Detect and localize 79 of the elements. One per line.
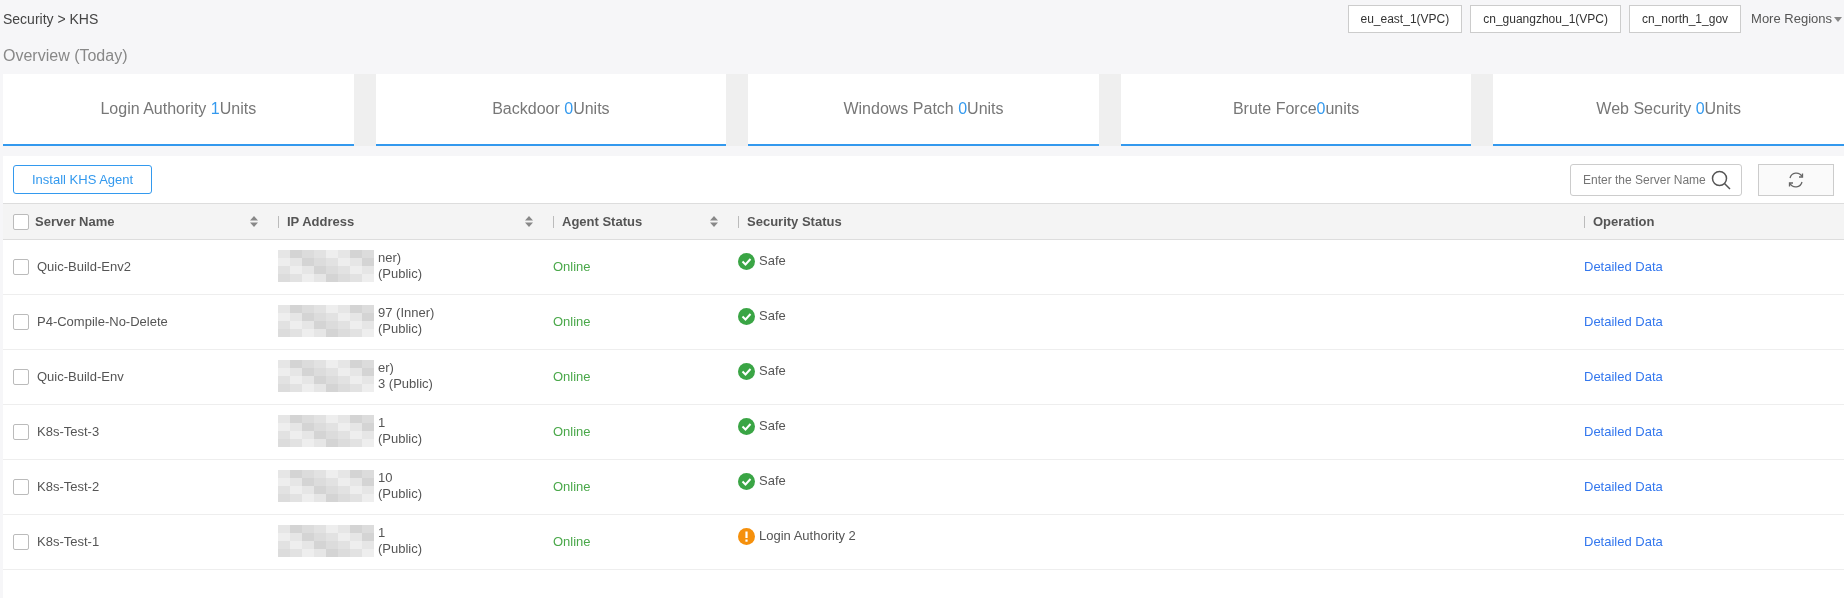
- section-title: Overview (Today): [3, 46, 129, 66]
- ip-address: (Public): [378, 486, 423, 503]
- summary-card[interactable]: Login Authority 1Units: [3, 74, 354, 146]
- check-circle-icon: [738, 307, 755, 325]
- column-header: Security Status: [747, 212, 842, 231]
- detail-link[interactable]: Detailed Data: [1584, 259, 1663, 275]
- ip-address: 1: [378, 525, 387, 542]
- summary-card[interactable]: Brute Force0units: [1120, 74, 1472, 146]
- breadcrumb: Security > KHS: [3, 9, 99, 29]
- summary-text: Windows Patch 0Units: [843, 99, 1004, 119]
- detail-link[interactable]: Detailed Data: [1584, 534, 1663, 550]
- server-name: P4-Compile-No-Delete: [37, 313, 168, 332]
- search-field[interactable]: Enter the Server Name: [1570, 163, 1742, 196]
- region-button[interactable]: cn_north_1_gov: [1629, 5, 1742, 33]
- column-header: Server Name: [35, 212, 115, 231]
- agent-status: Online: [553, 424, 591, 440]
- sort-icon[interactable]: [710, 216, 718, 227]
- summary-text: Web Security 0Units: [1596, 99, 1741, 119]
- refresh-button[interactable]: [1758, 163, 1834, 196]
- summary-card[interactable]: Backdoor 0Units: [375, 74, 727, 146]
- region-button[interactable]: eu_east_1(VPC): [1347, 5, 1463, 33]
- ip-address: 10: [378, 470, 394, 487]
- row-checkbox[interactable]: [13, 259, 29, 275]
- check-circle-icon: [738, 472, 755, 490]
- ip-address: (Public): [378, 266, 423, 283]
- check-circle-icon: [738, 417, 755, 435]
- column-header: Agent Status: [562, 212, 643, 231]
- ip-address: 3 (Public): [378, 376, 433, 393]
- select-all-checkbox[interactable]: [13, 213, 29, 230]
- summary-text: Brute Force0units: [1232, 99, 1360, 119]
- ip-address: 97 (Inner): [378, 305, 435, 322]
- ip-address: ner): [378, 250, 403, 267]
- row-checkbox[interactable]: [13, 534, 29, 550]
- sort-icon[interactable]: [525, 216, 533, 227]
- server-name: K8s-Test-3: [37, 423, 100, 442]
- agent-status: Online: [553, 479, 591, 495]
- warning-icon: [738, 527, 755, 545]
- refresh-icon: [1787, 170, 1805, 189]
- security-status: Safe: [759, 252, 786, 271]
- ip-address: (Public): [378, 431, 423, 448]
- ip-address: (Public): [378, 541, 423, 558]
- column-header: IP Address: [287, 212, 355, 231]
- row-checkbox[interactable]: [13, 314, 29, 330]
- check-circle-icon: [738, 252, 755, 270]
- column-header: Operation: [1593, 212, 1655, 231]
- search-icon: [1711, 169, 1731, 190]
- summary-text: Backdoor 0Units: [492, 99, 610, 119]
- caret-icon: [1834, 16, 1842, 22]
- server-name: K8s-Test-1: [37, 533, 100, 552]
- agent-status: Online: [553, 534, 591, 550]
- ip-address: er): [378, 360, 395, 377]
- install-agent-button[interactable]: Install KHS Agent: [13, 164, 153, 195]
- summary-card[interactable]: Web Security 0Units: [1493, 74, 1844, 146]
- detail-link[interactable]: Detailed Data: [1584, 424, 1663, 440]
- server-name: Quic-Build-Env: [37, 368, 124, 387]
- server-name: K8s-Test-2: [37, 478, 100, 497]
- agent-status: Online: [553, 259, 591, 275]
- row-checkbox[interactable]: [13, 369, 29, 385]
- more-regions-dropdown[interactable]: More Regions: [1749, 9, 1844, 29]
- ip-address: 1: [378, 415, 387, 432]
- region-button[interactable]: cn_guangzhou_1(VPC): [1470, 5, 1621, 33]
- ip-address: (Public): [378, 321, 424, 338]
- check-circle-icon: [738, 362, 755, 380]
- security-status: Safe: [759, 472, 786, 491]
- sort-icon[interactable]: [250, 216, 258, 227]
- summary-card[interactable]: Windows Patch 0Units: [748, 74, 1099, 146]
- security-status: Login Authority 2: [759, 527, 856, 546]
- row-checkbox[interactable]: [13, 479, 29, 495]
- security-status: Safe: [759, 307, 786, 326]
- security-status: Safe: [759, 417, 786, 436]
- row-checkbox[interactable]: [13, 424, 29, 440]
- agent-status: Online: [553, 369, 591, 385]
- detail-link[interactable]: Detailed Data: [1584, 479, 1663, 495]
- server-name: Quic-Build-Env2: [37, 258, 131, 277]
- security-status: Safe: [759, 362, 786, 381]
- agent-status: Online: [553, 314, 591, 330]
- detail-link[interactable]: Detailed Data: [1584, 314, 1663, 330]
- detail-link[interactable]: Detailed Data: [1584, 369, 1663, 385]
- summary-text: Login Authority 1Units: [100, 99, 257, 119]
